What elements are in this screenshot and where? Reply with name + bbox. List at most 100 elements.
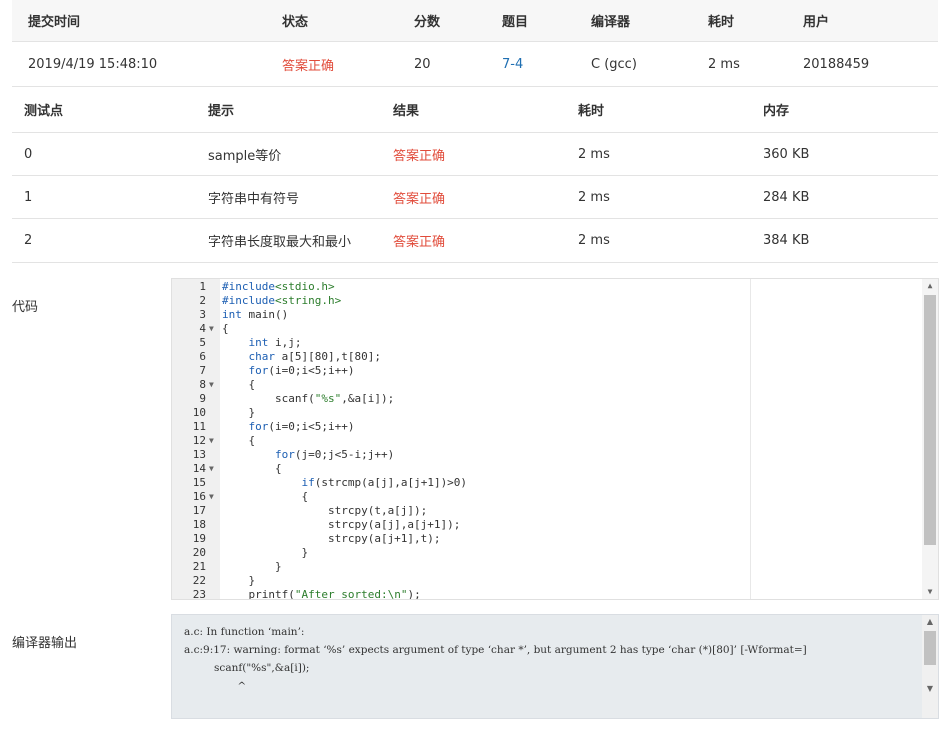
- line-number: 13: [192, 448, 206, 461]
- test-memory: 284 KB: [763, 189, 810, 205]
- code-text: }: [222, 546, 309, 559]
- scroll-up-icon[interactable]: ▲: [922, 615, 938, 629]
- code-line: 8 ▼ {: [172, 378, 922, 392]
- line-number: 3: [199, 308, 206, 321]
- code-text: strcpy(a[j+1],t);: [222, 532, 441, 545]
- score: 20: [414, 56, 431, 72]
- line-number: 11: [192, 420, 206, 433]
- code-text: }: [222, 574, 256, 587]
- test-time: 2 ms: [578, 146, 610, 162]
- header-result: 结果: [393, 104, 420, 119]
- table-row: 2 字符串长度取最大和最小 答案正确 2 ms 384 KB: [12, 219, 938, 263]
- compiler: C (gcc): [591, 56, 637, 72]
- table-row: 0 sample等价 答案正确 2 ms 360 KB: [12, 133, 938, 176]
- code-line: 20 }: [172, 546, 922, 560]
- code-line: 2 #include<string.h>: [172, 294, 922, 308]
- code-text: {: [222, 490, 309, 503]
- code-text: strcpy(a[j],a[j+1]);: [222, 518, 461, 531]
- test-memory: 384 KB: [763, 233, 810, 248]
- code-line: 23 printf("After sorted:\n");: [172, 588, 922, 600]
- code-line: 3 int main(): [172, 308, 922, 322]
- code-label: 代码: [12, 300, 39, 315]
- code-text: #include<stdio.h>: [222, 280, 335, 293]
- scrollbar-thumb[interactable]: [924, 295, 936, 545]
- compiler-output-box[interactable]: a.c: In function ‘main’: a.c:9:17: warni…: [171, 614, 939, 719]
- line-number: 23: [192, 588, 206, 600]
- code-text: {: [222, 462, 282, 475]
- fold-arrow-icon[interactable]: ▼: [209, 462, 218, 476]
- code-text: {: [222, 378, 256, 391]
- code-lines: 1 #include<stdio.h> 2 #include<string.h> 3 in…: [172, 280, 922, 600]
- fold-arrow-icon[interactable]: ▼: [209, 490, 218, 504]
- code-text: int main(): [222, 308, 289, 321]
- code-scrollbar[interactable]: ▲ ▼: [922, 279, 938, 599]
- code-line: 5 int i,j;: [172, 336, 922, 350]
- line-number: 19: [192, 532, 206, 545]
- test-id: 2: [24, 233, 33, 248]
- code-text: {: [222, 434, 256, 447]
- output-scrollbar[interactable]: ▲ ▼: [922, 615, 938, 718]
- line-number: 21: [192, 560, 206, 573]
- code-line: 10 }: [172, 406, 922, 420]
- line-number: 4: [199, 322, 206, 335]
- fold-arrow-icon[interactable]: ▼: [209, 378, 218, 392]
- line-number: 1: [199, 280, 206, 293]
- tests-header-row: 测试点 提示 结果 耗时 内存: [12, 87, 938, 133]
- scroll-up-icon[interactable]: ▲: [922, 279, 938, 293]
- code-line: 7 for(i=0;i<5;i++): [172, 364, 922, 378]
- code-line: 9 scanf("%s",&a[i]);: [172, 392, 922, 406]
- code-line: 14 ▼ {: [172, 462, 922, 476]
- scroll-down-icon[interactable]: ▼: [922, 585, 938, 599]
- line-number: 15: [192, 476, 206, 489]
- fold-arrow-icon[interactable]: ▼: [209, 322, 218, 336]
- code-text: int i,j;: [248, 336, 302, 349]
- code-text: }: [222, 560, 282, 573]
- status-badge: 答案正确: [282, 58, 335, 74]
- line-number: 17: [192, 504, 206, 517]
- submission-row: 2019/4/19 15:48:10 答案正确 20 7-4 C (gcc) 2…: [12, 42, 938, 87]
- code-line: 11 for(i=0;i<5;i++): [172, 420, 922, 434]
- header-compiler: 编译器: [591, 15, 631, 30]
- test-hint: 字符串中有符号: [208, 191, 300, 207]
- code-text: scanf("%s",&a[i]);: [222, 392, 395, 405]
- code-line: 4 ▼ {: [172, 322, 922, 336]
- test-time: 2 ms: [578, 189, 610, 205]
- table-row: 1 字符串中有符号 答案正确 2 ms 284 KB: [12, 176, 938, 219]
- line-number: 20: [192, 546, 206, 559]
- code-line: 21 }: [172, 560, 922, 574]
- scroll-down-icon[interactable]: ▼: [922, 682, 938, 696]
- code-text: #include<string.h>: [222, 294, 342, 307]
- test-time: 2 ms: [578, 233, 610, 248]
- line-number: 9: [199, 392, 206, 405]
- problem-link[interactable]: 7-4: [502, 42, 523, 86]
- header-test-point: 测试点: [24, 104, 64, 119]
- line-number: 16: [192, 490, 206, 503]
- code-text: if(strcmp(a[j],a[j+1])>0): [301, 476, 468, 489]
- header-status: 状态: [282, 15, 309, 30]
- code-line: 18 strcpy(a[j],a[j+1]);: [172, 518, 922, 532]
- submission-header-row: 提交时间 状态 分数 题目 编译器 耗时 用户: [12, 0, 938, 42]
- line-number: 14: [192, 462, 206, 475]
- code-text: }: [222, 406, 256, 419]
- code-line: 12 ▼ {: [172, 434, 922, 448]
- code-line: 15 if(strcmp(a[j],a[j+1])>0): [172, 476, 922, 490]
- line-number: 6: [199, 350, 206, 363]
- header-user: 用户: [803, 15, 830, 30]
- header-memory: 内存: [763, 104, 790, 119]
- test-result: 答案正确: [393, 191, 446, 207]
- scrollbar-thumb[interactable]: [924, 631, 936, 665]
- code-text: char a[5][80],t[80];: [248, 350, 381, 363]
- line-number: 7: [199, 364, 206, 377]
- code-line: 17 strcpy(t,a[j]);: [172, 504, 922, 518]
- header-time: 耗时: [578, 104, 605, 119]
- code-text: strcpy(t,a[j]);: [222, 504, 428, 517]
- elapsed-time: 2 ms: [708, 56, 740, 72]
- user-id: 20188459: [803, 56, 870, 72]
- code-text: for(j=0;j<5-i;j++): [274, 448, 395, 461]
- line-number: 10: [192, 406, 206, 419]
- submit-time: 2019/4/19 15:48:10: [28, 56, 158, 72]
- test-hint: 字符串长度取最大和最小: [208, 235, 352, 250]
- code-editor[interactable]: 1 #include<stdio.h> 2 #include<string.h> 3 in…: [171, 278, 939, 600]
- code-text: for(i=0;i<5;i++): [248, 364, 355, 377]
- fold-arrow-icon[interactable]: ▼: [209, 434, 218, 448]
